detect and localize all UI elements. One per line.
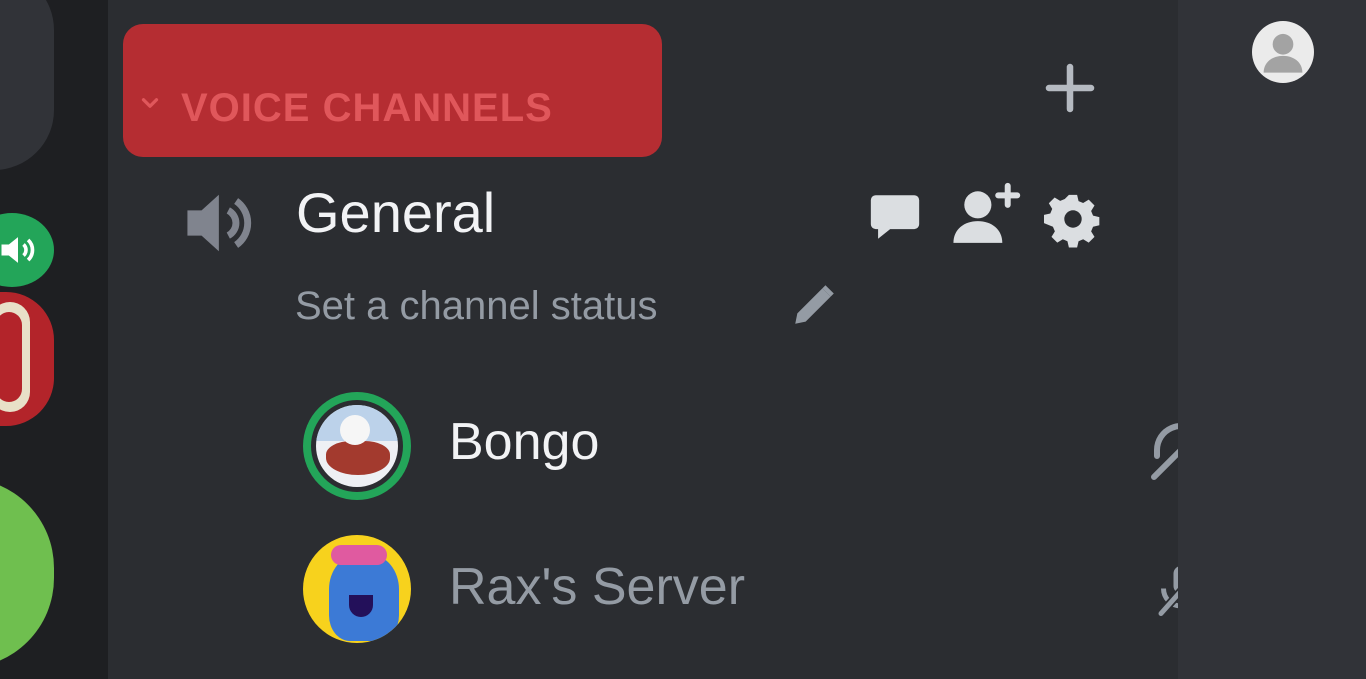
avatar-hat	[331, 545, 387, 565]
server-icon-top[interactable]	[0, 0, 54, 170]
voice-active-server-icon[interactable]	[0, 213, 54, 287]
voice-user-row[interactable]: Rax's Server	[303, 535, 1206, 645]
voice-user-row[interactable]: Bongo	[303, 392, 1211, 502]
open-chat-icon[interactable]	[866, 188, 924, 246]
right-panel	[1178, 0, 1366, 679]
voice-user-name: Bongo	[449, 413, 600, 471]
chevron-down-icon	[141, 98, 159, 108]
avatar	[303, 535, 411, 643]
server-icon-green[interactable]	[0, 478, 54, 668]
channel-list: VOICE CHANNELS General Set a channel sta…	[108, 0, 1211, 679]
speaker-icon	[187, 194, 252, 252]
voice-user-name: Rax's Server	[449, 558, 746, 616]
channel-status-placeholder: Set a channel status	[295, 284, 658, 328]
speaker-icon	[1, 237, 35, 263]
server-rail	[0, 0, 108, 679]
invite-member-icon[interactable]	[948, 180, 1024, 246]
category-voice-channels[interactable]: VOICE CHANNELS	[123, 24, 662, 157]
user-icon	[1263, 33, 1303, 73]
server-icon-red[interactable]	[0, 292, 54, 426]
gear-icon[interactable]	[1044, 190, 1102, 248]
server-icon-art-inner	[0, 312, 22, 402]
pencil-icon	[795, 285, 834, 324]
user-profile-button[interactable]	[1252, 21, 1314, 83]
avatar-image	[316, 405, 398, 487]
add-channel-icon[interactable]	[1042, 60, 1098, 116]
category-label: VOICE CHANNELS	[181, 86, 553, 130]
voice-channel-general[interactable]: General	[178, 170, 1118, 270]
avatar	[303, 392, 411, 500]
channel-name: General	[296, 181, 496, 244]
